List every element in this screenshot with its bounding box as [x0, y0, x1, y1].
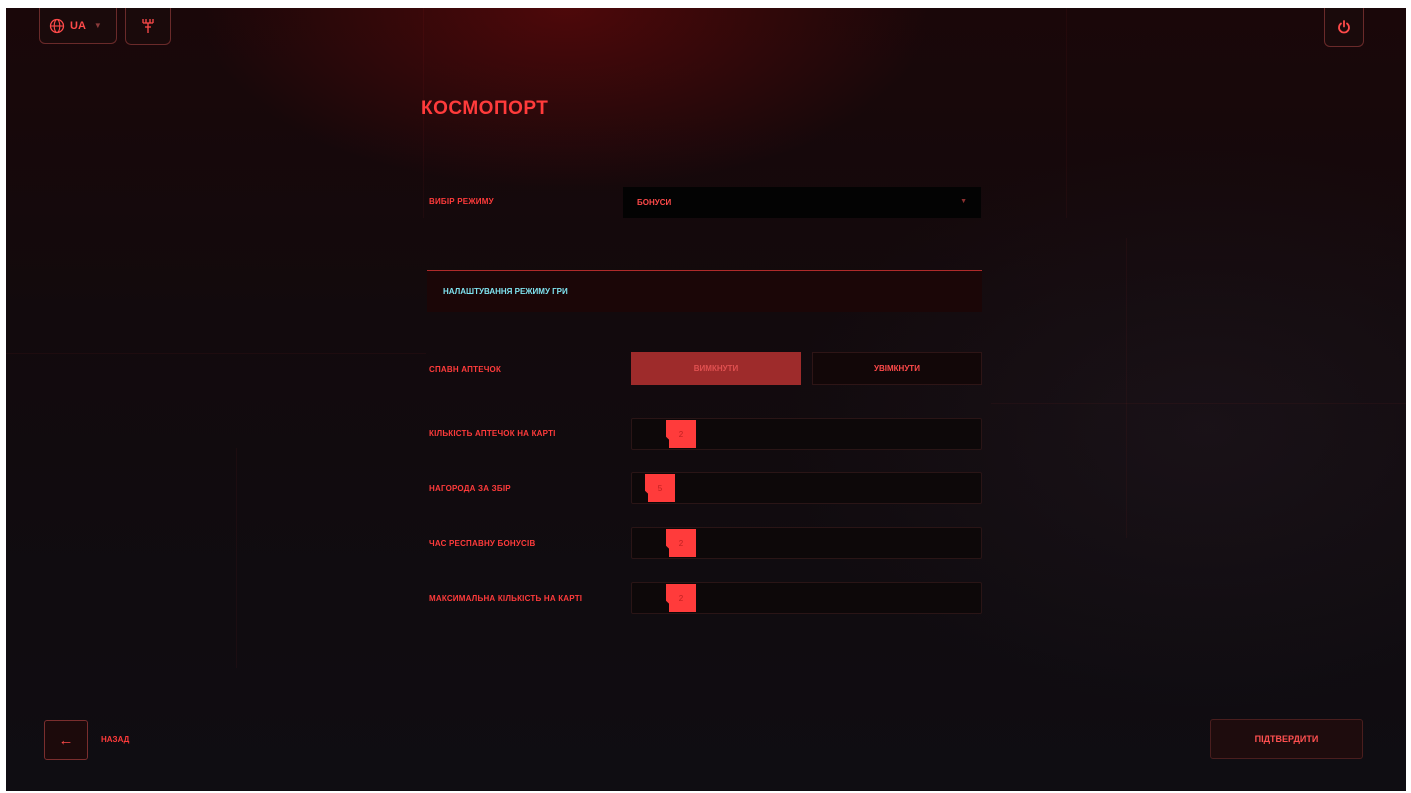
confirm-button[interactable]: ПІДТВЕРДИТИ [1210, 719, 1363, 759]
decor-line [991, 403, 1406, 404]
game-lobby-screen: UA ▼ КОСМОПОРТ ВИБІР РЕЖИМУ БОНУСИ ▼ НАЛ… [6, 8, 1406, 791]
slider-label-pickup-reward: НАГОРОДА ЗА ЗБІР [429, 484, 511, 493]
slider-thumb[interactable]: 2 [666, 584, 696, 612]
arrow-left-icon: ← [58, 731, 74, 749]
antenna-button[interactable] [125, 8, 171, 45]
power-button[interactable] [1324, 8, 1364, 47]
decor-line [1066, 8, 1067, 218]
settings-section-header: НАЛАШТУВАННЯ РЕЖИМУ ГРИ [427, 270, 982, 312]
slider-label-bonus-respawn: ЧАС РЕСПАВНУ БОНУСІВ [429, 539, 536, 548]
toggle-disable-button[interactable]: ВИМКНУТИ [631, 352, 801, 385]
language-code: UA [70, 19, 86, 32]
slider-bonus-respawn[interactable]: 2 [631, 527, 982, 559]
mode-dropdown[interactable]: БОНУСИ ▼ [623, 187, 981, 218]
slider-label-medkit-count: КІЛЬКІСТЬ АПТЕЧОК НА КАРТІ [429, 429, 556, 438]
chevron-down-icon: ▼ [93, 21, 102, 30]
mode-selected-value: БОНУСИ [637, 198, 672, 207]
decor-line [6, 353, 426, 354]
decor-line [236, 448, 237, 668]
back-button[interactable]: ← [44, 720, 88, 760]
slider-thumb[interactable]: 2 [666, 529, 696, 557]
slider-thumb[interactable]: 2 [666, 420, 696, 448]
slider-label-max-on-map: МАКСИМАЛЬНА КІЛЬКІСТЬ НА КАРТІ [429, 594, 583, 603]
slider-pickup-reward[interactable]: 5 [631, 472, 982, 504]
toggle-enable-button[interactable]: УВІМКНУТИ [812, 352, 982, 385]
mode-label: ВИБІР РЕЖИМУ [429, 197, 494, 206]
medkit-spawn-label: СПАВН АПТЕЧОК [429, 365, 502, 374]
chevron-down-icon: ▼ [960, 198, 967, 205]
slider-medkit-count[interactable]: 2 [631, 418, 982, 450]
slider-max-on-map[interactable]: 2 [631, 582, 982, 614]
page-title: КОСМОПОРТ [421, 98, 549, 119]
slider-thumb[interactable]: 5 [645, 474, 675, 502]
power-icon [1338, 20, 1350, 34]
back-label[interactable]: НАЗАД [101, 735, 129, 744]
decor-line [1126, 238, 1127, 538]
globe-icon [49, 18, 65, 33]
language-selector[interactable]: UA ▼ [39, 8, 117, 44]
antenna-icon [142, 19, 154, 33]
settings-section-title: НАЛАШТУВАННЯ РЕЖИМУ ГРИ [443, 287, 568, 296]
